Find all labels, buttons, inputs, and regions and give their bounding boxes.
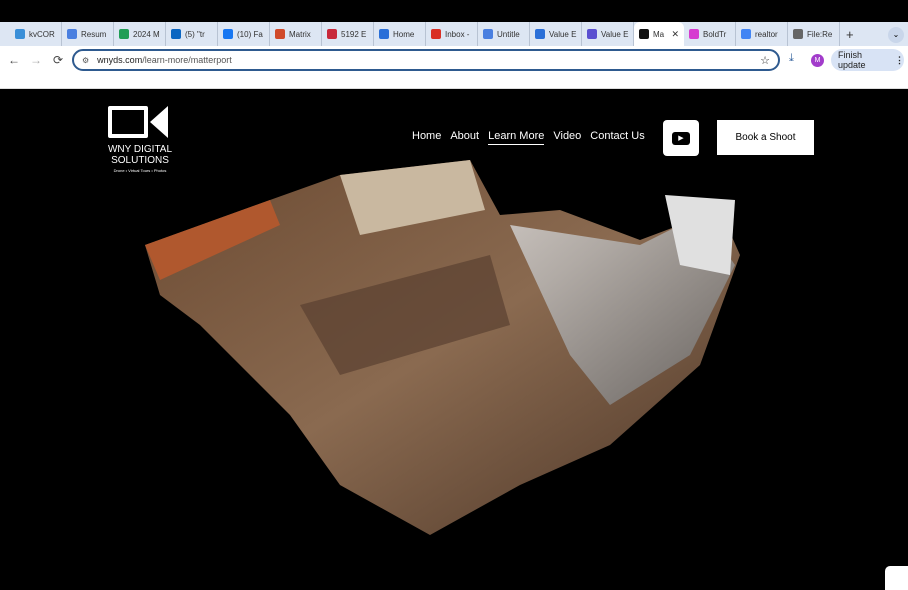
gmail-icon [431, 29, 441, 39]
kebab-menu-icon: ⋮ [895, 54, 904, 65]
nav-contact-us[interactable]: Contact Us [590, 130, 644, 145]
tab-12[interactable]: Ma ✕ [634, 22, 684, 46]
boldtrail-icon [689, 29, 699, 39]
matrix-icon [275, 29, 285, 39]
book-a-shoot-button[interactable]: Book a Shoot [717, 120, 814, 155]
docs-icon [67, 29, 77, 39]
tab-4[interactable]: (10) Fa [218, 22, 270, 46]
matterport-dollhouse-view[interactable] [140, 155, 770, 540]
tab-9[interactable]: Untitle [478, 22, 530, 46]
nav-learn-more[interactable]: Learn More [488, 130, 545, 145]
wikipedia-icon [793, 29, 803, 39]
youtube-button[interactable]: ▶ [663, 120, 699, 156]
youtube-icon: ▶ [672, 131, 690, 145]
tab-7[interactable]: Home [374, 22, 426, 46]
tab-label: Home [393, 29, 415, 39]
tab-5[interactable]: Matrix [270, 22, 322, 46]
site-settings-icon[interactable]: ⚙ [82, 56, 89, 65]
tab-6[interactable]: 5192 E [322, 22, 374, 46]
finish-update-button[interactable]: Finish update ⋮ [831, 49, 904, 71]
tab-label: Ma [653, 29, 665, 39]
nav-home[interactable]: Home [412, 130, 441, 145]
back-icon[interactable]: ← [3, 53, 25, 67]
avatar[interactable]: M [811, 54, 824, 67]
tab-14[interactable]: realtor [736, 22, 788, 46]
tab-label: File:Re [807, 29, 833, 39]
tab-10[interactable]: Value E [530, 22, 582, 46]
chat-widget[interactable] [885, 566, 908, 590]
new-tab-icon[interactable]: + [846, 27, 854, 42]
docs-icon [483, 29, 493, 39]
logo-line1: WNY DIGITAL [107, 144, 173, 155]
forward-icon[interactable]: → [25, 53, 47, 67]
tab-label: 2024 M [133, 29, 160, 39]
tab-11[interactable]: Value E [582, 22, 634, 46]
tab-search-chevron-icon[interactable]: ⌄ [888, 27, 904, 43]
page-top-strip [0, 74, 908, 89]
nav-about[interactable]: About [450, 130, 479, 145]
close-tab-icon[interactable]: ✕ [671, 29, 679, 40]
url-path: /learn-more/matterport [142, 55, 232, 65]
tab-label: realtor [755, 29, 778, 39]
facebook-icon [223, 29, 233, 39]
tab-label: Untitle [497, 29, 520, 39]
download-icon[interactable]: ⤓ [789, 52, 794, 65]
robot-icon [327, 29, 337, 39]
sheets-icon [119, 29, 129, 39]
c-icon [379, 29, 389, 39]
site-nav: Home About Learn More Video Contact Us [412, 130, 645, 145]
browser-toolbar: ← → ⟳ ⚙ wnyds.com/learn-more/matterport … [0, 46, 908, 74]
tab-8[interactable]: Inbox - [426, 22, 478, 46]
tab-1[interactable]: Resum [62, 22, 114, 46]
tab-label: Value E [549, 29, 577, 39]
video-camera-icon [104, 104, 176, 140]
google-icon [741, 29, 751, 39]
tab-label: kvCOR [29, 29, 55, 39]
finish-update-label: Finish update [838, 50, 866, 70]
os-menu-bar [0, 0, 908, 22]
url-domain: wnyds.com [97, 55, 143, 65]
bookmark-star-icon[interactable]: ☆ [760, 54, 770, 67]
tab-strip: kvCOR Resum 2024 M (5) "tr (10) Fa Matrix 5192… [0, 22, 908, 46]
c-icon [535, 29, 545, 39]
tab-0[interactable]: kvCOR [10, 22, 62, 46]
matterport-icon [639, 29, 649, 39]
tab-label: Value E [601, 29, 629, 39]
tab-label: (10) Fa [237, 29, 263, 39]
kvcore-icon [15, 29, 25, 39]
reload-icon[interactable]: ⟳ [47, 53, 69, 67]
tab-label: 5192 E [341, 29, 367, 39]
tab-label: BoldTr [703, 29, 727, 39]
linkedin-icon [171, 29, 181, 39]
tab-2[interactable]: 2024 M [114, 22, 166, 46]
tab-15[interactable]: File:Re [788, 22, 840, 46]
tab-label: Inbox - [445, 29, 470, 39]
tab-label: (5) "tr [185, 29, 205, 39]
address-bar[interactable]: ⚙ wnyds.com/learn-more/matterport ☆ [72, 49, 780, 71]
tab-3[interactable]: (5) "tr [166, 22, 218, 46]
tab-label: Matrix [289, 29, 311, 39]
nav-video[interactable]: Video [553, 130, 581, 145]
globe-icon [587, 29, 597, 39]
tab-label: Resum [81, 29, 107, 39]
tab-13[interactable]: BoldTr [684, 22, 736, 46]
